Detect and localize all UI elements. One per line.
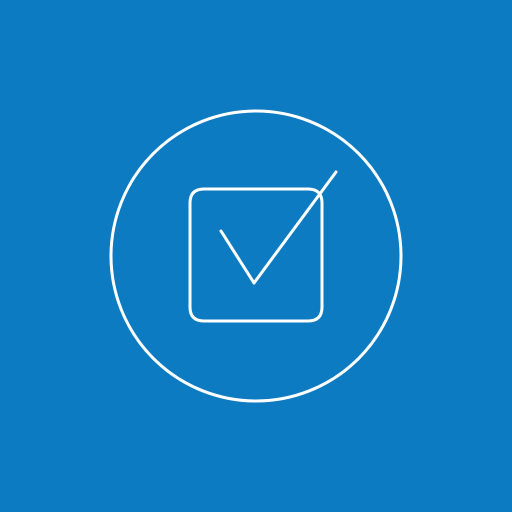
checkbox-checked-icon	[109, 109, 403, 403]
outer-circle	[109, 109, 403, 403]
icon-tile	[0, 0, 512, 512]
checkbox-square	[188, 187, 324, 323]
